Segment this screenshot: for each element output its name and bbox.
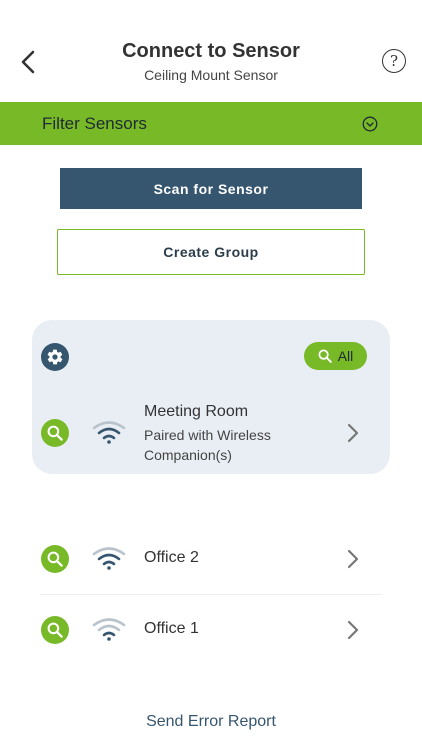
locate-sensor-button[interactable] [41, 419, 69, 447]
sensor-name: Office 2 [144, 549, 199, 566]
send-error-report-link[interactable]: Send Error Report [0, 713, 422, 731]
wifi-signal-icon [92, 421, 126, 444]
all-sensors-button[interactable]: All [304, 342, 367, 370]
wifi-signal-icon [92, 547, 126, 570]
sensor-info: Office 1 [144, 620, 199, 638]
sensor-row-office-2[interactable]: Office 2 [0, 530, 422, 588]
chevron-right-icon [347, 423, 359, 443]
locate-sensor-button[interactable] [41, 545, 69, 573]
group-settings-button[interactable] [41, 343, 69, 371]
list-divider [40, 594, 382, 595]
scan-for-sensor-button[interactable]: Scan for Sensor [60, 168, 362, 209]
sensor-name: Meeting Room [144, 403, 249, 420]
sensor-status-line2: Companion(s) [144, 447, 232, 463]
chevron-right-icon [347, 549, 359, 569]
filter-sensors-label: Filter Sensors [42, 113, 147, 133]
locate-sensor-button[interactable] [41, 616, 69, 644]
sensor-status-line1: Paired with Wireless [144, 427, 271, 443]
sensor-info: Office 2 [144, 549, 199, 567]
search-icon [47, 622, 63, 638]
help-button[interactable]: ? [382, 49, 406, 73]
question-mark-icon: ? [389, 52, 399, 70]
sensor-row-meeting-room[interactable]: Meeting Room Paired with Wireless Compan… [0, 396, 422, 470]
chevron-right-icon [347, 620, 359, 640]
wifi-signal-icon [92, 618, 126, 641]
filter-sensors-bar[interactable]: Filter Sensors [0, 102, 422, 145]
search-icon [47, 425, 63, 441]
page-title: Connect to Sensor [122, 40, 300, 62]
page-subtitle: Ceiling Mount Sensor [144, 67, 278, 83]
search-icon [318, 349, 332, 363]
gear-icon [47, 349, 63, 365]
header: Connect to Sensor Ceiling Mount Sensor ? [0, 0, 422, 102]
chevron-down-circle-icon [362, 116, 378, 131]
search-icon [47, 551, 63, 567]
create-group-button[interactable]: Create Group [57, 229, 365, 275]
all-label: All [337, 348, 354, 364]
sensor-row-office-1[interactable]: Office 1 [0, 601, 422, 659]
sensor-name: Office 1 [144, 620, 199, 637]
sensor-info: Meeting Room Paired with Wireless Compan… [144, 403, 271, 465]
